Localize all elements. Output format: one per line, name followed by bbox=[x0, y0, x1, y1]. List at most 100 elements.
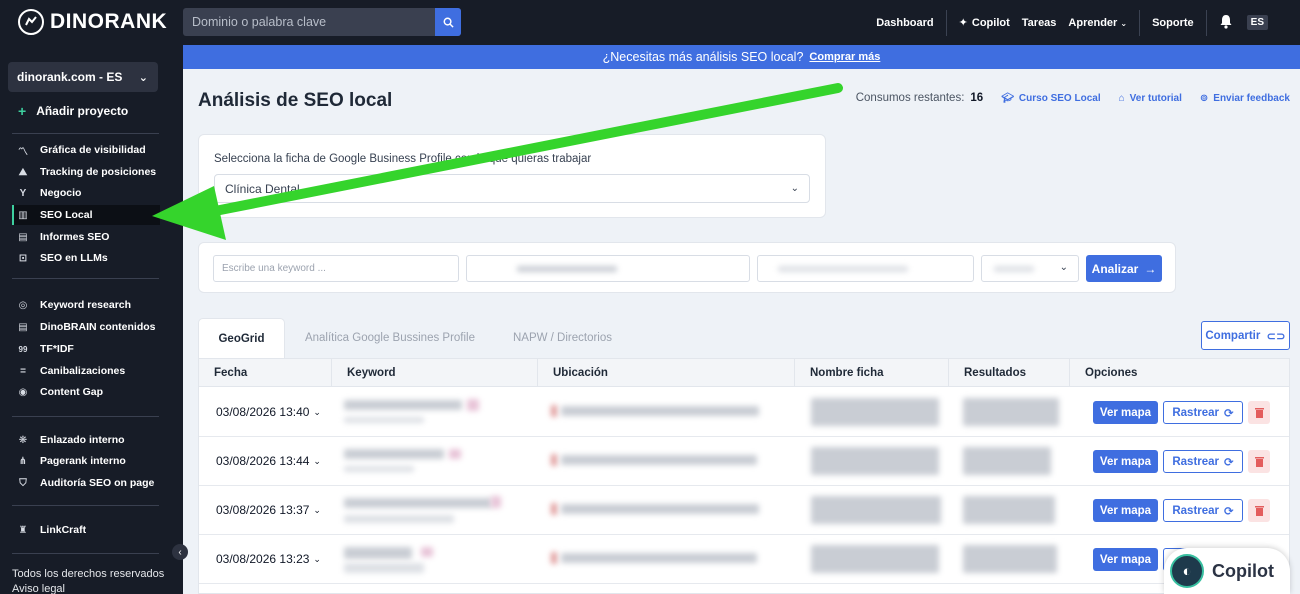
tab-geogrid[interactable]: GeoGrid bbox=[198, 318, 285, 358]
redacted-keyword bbox=[491, 496, 501, 508]
trash-icon bbox=[1254, 408, 1264, 418]
results-table: Fecha Keyword Ubicación Nombre ficha Res… bbox=[198, 358, 1290, 594]
sidebar-item-pagerank[interactable]: ⋔ Pagerank interno bbox=[12, 451, 160, 471]
ver-mapa-button[interactable]: Ver mapa bbox=[1093, 548, 1158, 571]
sidebar-item-negocio[interactable]: Y Negocio bbox=[12, 183, 160, 203]
redacted-text bbox=[994, 266, 1034, 272]
redacted-location bbox=[551, 503, 557, 515]
rastrear-button[interactable]: Rastrear ⟳ bbox=[1163, 450, 1243, 473]
search-button[interactable] bbox=[435, 8, 461, 36]
rastrear-button[interactable]: Rastrear ⟳ bbox=[1163, 499, 1243, 522]
ver-mapa-button[interactable]: Ver mapa bbox=[1093, 499, 1158, 522]
consumos-label: Consumos restantes: bbox=[855, 92, 965, 104]
ver-tutorial-link[interactable]: ⌂ Ver tutorial bbox=[1119, 93, 1182, 104]
redacted-location bbox=[551, 405, 557, 417]
tab-napw-directorios[interactable]: NAPW / Directorios bbox=[495, 318, 630, 358]
page-title: Análisis de SEO local bbox=[198, 90, 393, 111]
sidebar-item-canibalizaciones[interactable]: = Canibalizaciones bbox=[12, 361, 160, 381]
redacted-location bbox=[561, 406, 759, 416]
sidebar-item-tracking[interactable]: ⛰ Tracking de posiciones bbox=[12, 162, 160, 182]
grid-size-select[interactable]: ⌄ bbox=[981, 255, 1079, 282]
tab-analitica-gbp[interactable]: Analítica Google Bussines Profile bbox=[285, 318, 495, 358]
search-bar bbox=[183, 8, 461, 36]
row-date: 03/08/2026 13:44 bbox=[216, 454, 310, 468]
add-project-label: Añadir proyecto bbox=[36, 104, 129, 118]
sidebar-item-enlazado[interactable]: ❋ Enlazado interno bbox=[12, 430, 160, 450]
sidebar-item-dinobrain[interactable]: ▤ DinoBRAIN contenidos bbox=[12, 317, 160, 337]
sidebar-item-llms[interactable]: ⊡ SEO en LLMs bbox=[12, 248, 160, 268]
table-header: Fecha Keyword Ubicación Nombre ficha Res… bbox=[199, 359, 1289, 387]
redacted-location bbox=[551, 454, 557, 466]
graduation-cap-icon: 🎓︎ bbox=[1001, 92, 1014, 104]
row-date: 03/08/2026 13:37 bbox=[216, 503, 310, 517]
nav-dashboard[interactable]: Dashboard bbox=[870, 17, 939, 29]
ver-mapa-button[interactable]: Ver mapa bbox=[1093, 450, 1158, 473]
location-input[interactable] bbox=[466, 255, 750, 282]
row-date-toggle[interactable]: 03/08/2026 13:23 ⌄ bbox=[216, 552, 321, 566]
rastrear-button[interactable]: Rastrear ⟳ bbox=[1163, 401, 1243, 424]
row-date-toggle[interactable]: 03/08/2026 13:40 ⌄ bbox=[216, 405, 321, 419]
feedback-label: Enviar feedback bbox=[1213, 92, 1290, 104]
delete-button[interactable] bbox=[1248, 401, 1270, 424]
ver-mapa-button[interactable]: Ver mapa bbox=[1093, 401, 1158, 424]
enviar-feedback-link[interactable]: ⊚ Enviar feedback bbox=[1200, 93, 1290, 104]
redacted-results bbox=[963, 398, 1059, 426]
nav-tareas[interactable]: Tareas bbox=[1016, 17, 1063, 29]
rastrear-label: Rastrear bbox=[1172, 406, 1220, 419]
compartir-button[interactable]: Compartir ⊂⊃ bbox=[1201, 321, 1290, 350]
sparkle-icon: ✦ bbox=[958, 17, 968, 29]
divider bbox=[12, 553, 159, 554]
delete-button[interactable] bbox=[1248, 450, 1270, 473]
sidebar-item-content-gap[interactable]: ◉ Content Gap bbox=[12, 382, 160, 402]
sidebar-item-auditoria[interactable]: ⛉ Auditoría SEO on page bbox=[12, 473, 160, 493]
tutorial-label: Ver tutorial bbox=[1129, 92, 1182, 104]
analizar-label: Analizar bbox=[1091, 261, 1139, 276]
analizar-button[interactable]: Analizar → bbox=[1086, 255, 1162, 282]
row-date-toggle[interactable]: 03/08/2026 13:44 ⌄ bbox=[216, 454, 321, 468]
copilot-chat-button[interactable]: ◐ Copilot bbox=[1164, 548, 1290, 594]
redacted-name bbox=[811, 545, 939, 573]
curso-seo-local-link[interactable]: 🎓︎ Curso SEO Local bbox=[1001, 93, 1100, 104]
funnel-icon: Y bbox=[19, 187, 27, 199]
collapse-sidebar-button[interactable]: ‹ bbox=[172, 544, 188, 560]
add-project-button[interactable]: + Añadir proyecto bbox=[18, 103, 128, 119]
keyword-input[interactable]: Escribe una keyword ... bbox=[213, 255, 459, 282]
project-selector[interactable]: dinorank.com - ES ⌄ bbox=[8, 62, 158, 92]
gbp-select[interactable]: Clínica Dental ⌄ bbox=[214, 174, 810, 203]
language-selector[interactable]: ES bbox=[1246, 15, 1268, 30]
network-icon: ❋ bbox=[18, 434, 28, 446]
results-tabs: GeoGrid Analítica Google Bussines Profil… bbox=[198, 318, 630, 358]
nav-soporte[interactable]: Soporte bbox=[1146, 17, 1200, 29]
refresh-icon: ⟳ bbox=[1224, 505, 1234, 518]
logo[interactable]: DINORANK bbox=[18, 9, 167, 35]
search-input[interactable] bbox=[183, 8, 433, 36]
redacted-results bbox=[963, 447, 1051, 475]
sidebar-item-label: Negocio bbox=[40, 187, 82, 199]
sidebar-item-keyword-research[interactable]: ◎ Keyword research bbox=[12, 295, 160, 315]
feedback-icon: ⊚ bbox=[1199, 92, 1209, 104]
col-keyword: Keyword bbox=[332, 359, 538, 387]
shield-icon: ⛉ bbox=[19, 477, 27, 489]
nav-aprender[interactable]: Aprender ⌄ bbox=[1062, 17, 1133, 29]
sidebar-item-label: Auditoría SEO on page bbox=[40, 477, 155, 489]
sidebar-item-linkcraft[interactable]: ♜ LinkCraft bbox=[12, 520, 160, 540]
sidebar-item-visibilidad[interactable]: 〽 Gráfica de visibilidad bbox=[12, 140, 160, 160]
bell-icon[interactable] bbox=[1213, 14, 1239, 32]
chevron-down-icon: ⌄ bbox=[790, 183, 799, 194]
divider bbox=[12, 505, 159, 506]
grid-input[interactable] bbox=[757, 255, 974, 282]
nav-copilot[interactable]: ✦ Copilot bbox=[953, 16, 1016, 30]
redacted-keyword bbox=[344, 563, 424, 573]
nav-separator bbox=[945, 9, 947, 36]
sidebar-item-informes[interactable]: ▤ Informes SEO bbox=[12, 227, 160, 247]
col-fecha: Fecha bbox=[199, 359, 332, 387]
buy-more-link[interactable]: Comprar más bbox=[809, 51, 880, 63]
row-date-toggle[interactable]: 03/08/2026 13:37 ⌄ bbox=[216, 503, 321, 517]
table-row: 03/08/2026 13:37 ⌄ Ver mapa Rastrear ⟳ bbox=[199, 486, 1289, 535]
footer-legal-link[interactable]: Aviso legal bbox=[12, 583, 65, 594]
redacted-results bbox=[963, 545, 1057, 573]
sidebar-item-tfidf[interactable]: 99 TF*IDF bbox=[12, 339, 160, 359]
sidebar-item-seo-local[interactable]: ▥ SEO Local bbox=[12, 205, 160, 225]
delete-button[interactable] bbox=[1248, 499, 1270, 522]
chevron-down-icon: ⌄ bbox=[313, 406, 321, 417]
